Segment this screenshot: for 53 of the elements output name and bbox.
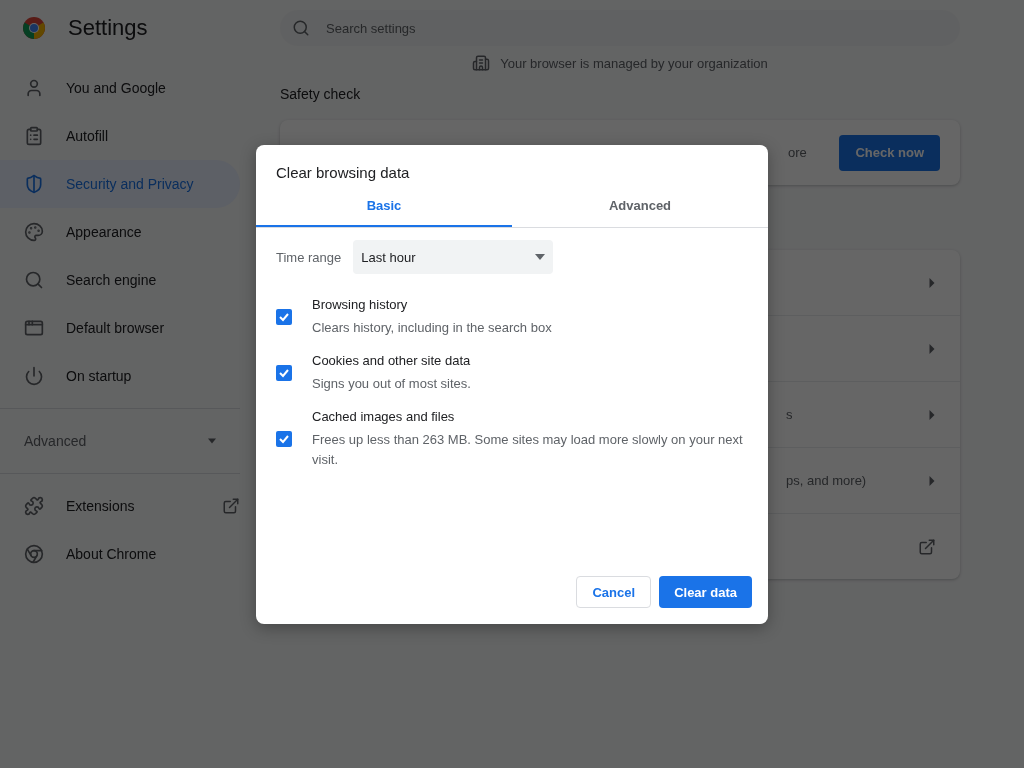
page-title: Settings [68, 15, 148, 41]
sidebar-item[interactable]: Security and Privacy [0, 160, 240, 208]
sidebar-item[interactable]: Autofill [0, 112, 240, 160]
option-description: Signs you out of most sites. [312, 375, 471, 393]
option-label: Cookies and other site data [312, 352, 471, 370]
time-range-dropdown[interactable]: Last hour [353, 240, 554, 274]
arrow-right-icon[interactable] [928, 409, 936, 420]
chrome-logo-icon [24, 544, 44, 564]
puzzle-icon [24, 496, 44, 516]
search-icon [24, 270, 44, 290]
safety-check-text: ore [788, 145, 808, 160]
sidebar-item[interactable]: Appearance [0, 208, 240, 256]
checkbox[interactable] [276, 365, 292, 381]
row-text: ps, and more) [786, 473, 868, 488]
sidebar-item[interactable]: Default browser [0, 304, 240, 352]
sidebar-item[interactable]: About Chrome [0, 530, 240, 578]
option-description: Clears history, including in the search box [312, 319, 552, 337]
browser-window-icon [24, 318, 44, 338]
sidebar-item[interactable]: Search engine [0, 256, 240, 304]
clipboard-icon [24, 126, 44, 146]
building-icon [472, 54, 491, 72]
checkbox[interactable] [276, 431, 292, 447]
sidebar-item[interactable]: You and Google [0, 64, 240, 112]
option-description: Frees up less than 263 MB. Some sites may load more slowly on your next visit. [312, 431, 744, 469]
external-link-icon [222, 497, 240, 515]
chrome-logo-icon [22, 16, 46, 40]
dialog-tab[interactable]: Basic [256, 183, 512, 227]
sidebar-item[interactable]: Extensions [0, 482, 240, 530]
row-text: s [786, 407, 794, 422]
cancel-button[interactable]: Cancel [576, 576, 652, 608]
sidebar-item[interactable]: On startup [0, 352, 240, 400]
shield-icon [24, 174, 44, 194]
arrow-right-icon[interactable] [928, 343, 936, 354]
external-link-icon[interactable] [918, 537, 936, 556]
power-icon [24, 366, 44, 386]
palette-icon [24, 222, 44, 242]
time-range-label: Time range [276, 249, 342, 265]
caret-icon [535, 254, 546, 260]
section-title: Safety check [280, 86, 362, 102]
check-now-button[interactable]: Check now [839, 134, 940, 171]
managed-notice: Your browser is managed by your organization [500, 55, 768, 71]
dialog-tab[interactable]: Advanced [512, 183, 768, 227]
checkbox[interactable] [276, 309, 292, 325]
search-icon [292, 19, 310, 37]
arrow-right-icon[interactable] [928, 277, 936, 288]
option-label: Cached images and files [312, 408, 456, 426]
person-icon [24, 78, 44, 98]
caret-icon [208, 436, 216, 446]
option-label: Browsing history [312, 296, 409, 314]
arrow-right-icon[interactable] [928, 475, 936, 486]
clear-data-button[interactable]: Clear data [659, 576, 752, 608]
advanced-section-toggle[interactable]: Advanced [0, 417, 240, 465]
dialog-title: Clear browsing data [275, 163, 411, 183]
